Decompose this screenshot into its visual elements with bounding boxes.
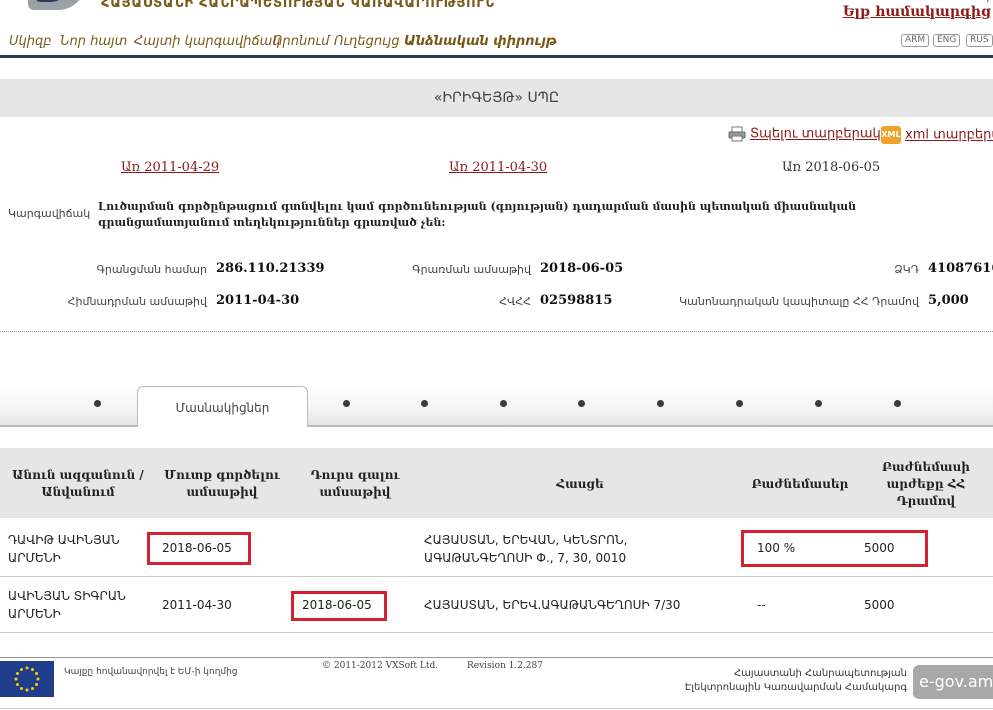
nav-item-request-status[interactable]: Հայտի կարգավիճակ bbox=[134, 34, 281, 49]
tab-dot-7[interactable] bbox=[736, 400, 743, 407]
history-date-link-1[interactable]: Առ 2011-04-29 bbox=[121, 160, 219, 175]
nav-item-new-request[interactable]: Նոր հայտ bbox=[60, 34, 127, 49]
vat-value: 02598815 bbox=[540, 293, 613, 308]
nav-item-search[interactable]: Որոնում bbox=[273, 34, 329, 49]
tin-label: ՁԿԴ bbox=[894, 263, 919, 276]
tab-dot-9[interactable] bbox=[894, 400, 901, 407]
nav-item-home[interactable]: Սկիզբ bbox=[9, 34, 52, 49]
tab-dot-4[interactable] bbox=[500, 400, 507, 407]
participant-name: ԴԱՎԻԹ ԱՎԻՆՅԱՆ ԱՐՄԵՆԻ bbox=[8, 533, 120, 565]
xml-icon: XML bbox=[881, 126, 901, 144]
lang-eng-button[interactable]: ENG bbox=[933, 34, 961, 47]
address: ՀԱՅԱՍՏԱՆ, ԵՐԵՎ.ԱԳԱԹԱՆԳԵՂՈՍԻ 7/30 bbox=[424, 598, 681, 612]
charter-capital-label: Կանոնադրական կապիտալը ՀՀ Դրամով bbox=[679, 295, 919, 308]
reg-number-value: 286.110.21339 bbox=[216, 261, 325, 276]
footer-divider bbox=[0, 657, 993, 658]
record-date-label: Գրառման ամսաթիվ bbox=[412, 263, 531, 276]
lang-rus-button[interactable]: RUS bbox=[966, 34, 993, 47]
company-name-banner: «ԻՐԻԳԵՅԹ» ՍՊԸ bbox=[0, 79, 993, 117]
participant-name: ԱՎԻՆՅԱՆ ՏԻԳՐԱՆ ԱՐՄԵՆԻ bbox=[8, 589, 126, 621]
founding-date-label: Հիմնադրման ամսաթիվ bbox=[67, 295, 207, 308]
copyright: © 2011-2012 VXSoft Ltd. bbox=[322, 661, 439, 671]
table-row: ԱՎԻՆՅԱՆ ՏԻԳՐԱՆ ԱՐՄԵՆԻ 2011-04-30 2018-06… bbox=[0, 577, 993, 633]
column-header-address: Հասցե bbox=[556, 477, 604, 491]
print-version-label: Տպելու տարբերակ bbox=[750, 126, 881, 142]
share-value: 5000 bbox=[864, 598, 895, 612]
founding-date-value: 2011-04-30 bbox=[216, 293, 300, 308]
xml-version-link[interactable]: XMLxml տարբերակ bbox=[881, 126, 993, 144]
vat-label: ՀՎՀՀ bbox=[499, 295, 531, 308]
eu-flag-icon bbox=[0, 661, 54, 697]
column-header-entry-date: Մուտք գործելու ամսաթիվ bbox=[164, 468, 280, 499]
column-header-share-value: Բաժնեմասի արժեքը ՀՀ Դրամով bbox=[882, 460, 970, 508]
nav-item-guide[interactable]: Ուղեցույց bbox=[334, 34, 400, 49]
section-divider bbox=[0, 331, 993, 332]
revision: Revision 1.2.287 bbox=[467, 661, 543, 671]
lang-arm-button[interactable]: ARM bbox=[901, 34, 930, 47]
record-date-value: 2018-06-05 bbox=[540, 261, 624, 276]
status-label: Կարգավիճակ bbox=[8, 207, 91, 220]
reg-number-label: Գրանցման համար bbox=[96, 263, 207, 276]
current-date: Առ 2018-06-05 bbox=[782, 160, 881, 175]
bottom-divider bbox=[0, 708, 993, 709]
tab-dot-3[interactable] bbox=[421, 400, 428, 407]
government-logo[interactable] bbox=[28, 0, 86, 10]
highlight-box bbox=[741, 530, 928, 567]
table-row: ԴԱՎԻԹ ԱՎԻՆՅԱՆ ԱՐՄԵՆԻ 2018-06-05 ՀԱՅԱՍՏԱՆ… bbox=[0, 519, 993, 577]
tab-dot-6[interactable] bbox=[657, 400, 664, 407]
participants-table-header: Անուն ազգանուն / Անվանում Մուտք գործելու… bbox=[0, 448, 993, 518]
share: -- bbox=[757, 598, 766, 612]
tab-dot-2[interactable] bbox=[343, 400, 350, 407]
highlight-box bbox=[291, 591, 387, 621]
agency-title: ՀԱՅԱՍՏԱՆԻ ՀԱՆՐԱՊԵՏՈՒԹՅԱՆ ԿԱՌԱՎԱՐՈՒԹՅՈՒՆ bbox=[101, 0, 495, 11]
tab-dot-1[interactable] bbox=[94, 400, 101, 407]
tab-participants[interactable]: Մասնակիցներ bbox=[137, 386, 308, 427]
status-text: Լուծարման գործընթացում գտնվելու կամ գործ… bbox=[98, 200, 857, 229]
tab-dot-5[interactable] bbox=[578, 400, 585, 407]
history-date-link-2[interactable]: Առ 2011-04-30 bbox=[449, 160, 547, 175]
tab-dot-8[interactable] bbox=[815, 400, 822, 407]
entry-date: 2011-04-30 bbox=[162, 598, 232, 612]
tabs-bar: Մասնակիցներ bbox=[0, 386, 993, 427]
nav-item-personal-area[interactable]: Անձնական փիրույթ bbox=[404, 34, 557, 49]
print-version-link[interactable]: Տպելու տարբերակ bbox=[728, 126, 881, 142]
egov-logo[interactable]: e-gov.am bbox=[913, 665, 993, 699]
highlight-box bbox=[147, 532, 251, 565]
charter-capital-value: 5,000 bbox=[928, 293, 969, 308]
gov-name-line1: Հայաստանի Հանրապետության bbox=[733, 668, 907, 679]
column-header-name: Անուն ազգանուն / Անվանում bbox=[12, 468, 144, 499]
main-nav: Սկիզբ Նոր հայտ Հայտի կարգավիճակ Որոնում … bbox=[0, 28, 993, 58]
column-header-exit-date: Դուրս գալու ամսաթիվ bbox=[310, 468, 400, 499]
address: ՀԱՅԱՍՏԱՆ, ԵՐԵՎԱՆ, ԿԵՆՏՐՈՆ, ԱԳԱԹԱՆԳԵՂՈՍԻ … bbox=[424, 533, 628, 565]
eu-sponsor-note: Կայքը հովանավորվել է ԵՄ-ի կողմից bbox=[64, 667, 238, 677]
xml-version-label: xml տարբերակ bbox=[905, 127, 993, 143]
column-header-share: Բաժնեմասեր bbox=[751, 477, 849, 491]
printer-icon bbox=[728, 126, 746, 142]
logout-link[interactable]: Ելք համակարգից bbox=[843, 4, 991, 20]
tin-value: 41087616 bbox=[928, 261, 993, 276]
gov-name-line2: Էլեկտրոնային Կառավարման Համակարգ bbox=[684, 682, 907, 693]
site-header: ՀԱՅԱՍՏԱՆԻ ՀԱՆՐԱՊԵՏՈՒԹՅԱՆ ԿԱՌԱՎԱՐՈՒԹՅՈՒՆ … bbox=[0, 0, 993, 28]
